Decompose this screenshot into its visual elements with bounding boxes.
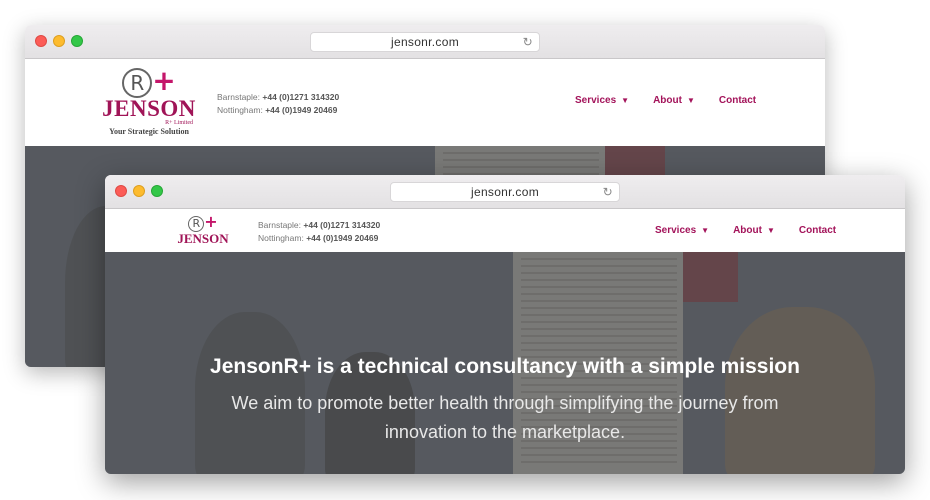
maximize-window-button[interactable] (151, 185, 163, 197)
jenson-logo[interactable]: R + JENSON R+ Limited Your Strategic Solu… (99, 67, 199, 137)
logo-name: JENSON (102, 96, 196, 121)
minimize-window-button[interactable] (53, 35, 65, 47)
main-nav: Services ▼ About ▼ Contact (655, 225, 860, 236)
nav-services[interactable]: Services ▼ (655, 225, 709, 236)
browser-toolbar: jensonr.com ↻ (25, 25, 825, 59)
nav-contact[interactable]: Contact (799, 225, 836, 236)
logo-mark: R + (99, 67, 199, 98)
nav-about[interactable]: About ▼ (653, 95, 695, 106)
nav-about[interactable]: About ▼ (733, 225, 775, 236)
browser-toolbar: jensonr.com ↻ (105, 175, 905, 209)
phone-nottingham: Nottingham: +44 (0)1949 20469 (258, 233, 379, 243)
jenson-logo[interactable]: R + JENSON (173, 213, 233, 246)
phone-nottingham: Nottingham: +44 (0)1949 20469 (217, 105, 338, 115)
logo-name: JENSON (177, 231, 229, 246)
close-window-button[interactable] (115, 185, 127, 197)
address-bar-url: jensonr.com (391, 35, 459, 49)
chevron-down-icon: ▼ (766, 226, 775, 235)
address-bar[interactable]: jensonr.com ↻ (390, 182, 620, 202)
maximize-window-button[interactable] (71, 35, 83, 47)
site-header: R + JENSON Barnstaple: +44 (0)1271 314320… (105, 209, 905, 252)
hero-subtitle: We aim to promote better health through … (231, 393, 779, 442)
phone-barnstaple: Barnstaple: +44 (0)1271 314320 (217, 92, 340, 102)
contact-phones: Barnstaple: +44 (0)1271 314320 Nottingha… (217, 91, 339, 117)
address-bar-url: jensonr.com (471, 185, 539, 199)
logo-subtext: R+ Limited (165, 120, 193, 126)
logo-mark: R + (173, 213, 233, 232)
phone-barnstaple: Barnstaple: +44 (0)1271 314320 (258, 220, 381, 230)
close-window-button[interactable] (35, 35, 47, 47)
nav-services[interactable]: Services ▼ (575, 95, 629, 106)
hero-title: JensonR+ is a technical consultancy with… (210, 355, 800, 378)
minimize-window-button[interactable] (133, 185, 145, 197)
hero-banner: JensonR+ is a technical consultancy with… (105, 252, 905, 474)
contact-phones: Barnstaple: +44 (0)1271 314320 Nottingha… (258, 219, 380, 245)
reload-icon[interactable]: ↻ (603, 183, 613, 201)
address-bar[interactable]: jensonr.com ↻ (310, 32, 540, 52)
nav-contact[interactable]: Contact (719, 95, 756, 106)
reload-icon[interactable]: ↻ (523, 33, 533, 51)
browser-window-front: jensonr.com ↻ R + JENSON Barnstaple: +44 … (105, 175, 905, 474)
main-nav: Services ▼ About ▼ Contact (575, 95, 780, 106)
chevron-down-icon: ▼ (701, 226, 710, 235)
chevron-down-icon: ▼ (686, 96, 695, 105)
site-header: R + JENSON R+ Limited Your Strategic Solu… (25, 59, 825, 146)
chevron-down-icon: ▼ (621, 96, 630, 105)
logo-tagline: Your Strategic Solution (109, 127, 189, 136)
